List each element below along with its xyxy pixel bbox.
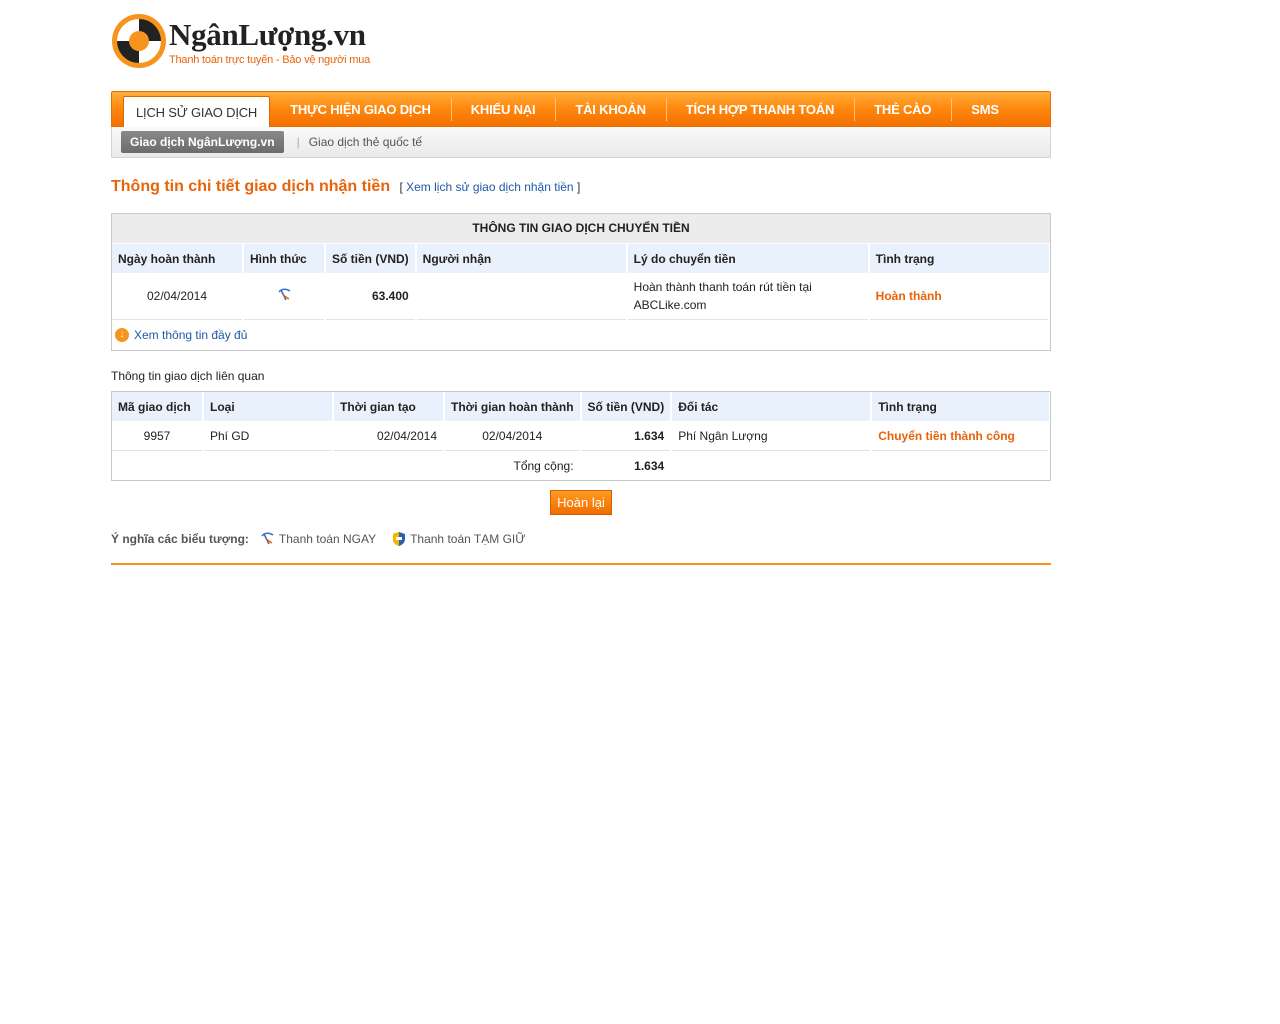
col-completed-date: Ngày hoàn thành bbox=[112, 244, 244, 273]
col-amount: Số tiền (VND) bbox=[580, 392, 673, 421]
expand-down-icon[interactable]: ↓ bbox=[115, 328, 129, 342]
cell-date: 02/04/2014 bbox=[112, 273, 244, 320]
subnav-nganluong-transactions[interactable]: Giao dịch NgânLượng.vn bbox=[121, 131, 284, 153]
bracket-close: ] bbox=[576, 180, 581, 194]
legend-escrow-text: Thanh toán TẠM GIỮ bbox=[410, 532, 526, 546]
cell-method bbox=[243, 273, 326, 320]
logo-mark-icon bbox=[112, 14, 166, 68]
total-row: Tổng cộng: 1.634 bbox=[112, 450, 1050, 480]
table-row: 9957 Phí GD 02/04/2014 02/04/2014 1.634 … bbox=[112, 421, 1050, 451]
back-button[interactable]: Hoàn lại bbox=[550, 490, 612, 515]
main-nav: LỊCH SỬ GIAO DỊCH THỰC HIỆN GIAO DỊCH KH… bbox=[111, 91, 1051, 127]
cell-amount: 63.400 bbox=[325, 273, 417, 320]
nav-tab-account[interactable]: TÀI KHOẢN bbox=[555, 92, 665, 126]
bracket-open: [ bbox=[399, 180, 403, 194]
subnav-separator: | bbox=[296, 135, 300, 149]
button-row: Hoàn lại bbox=[111, 490, 1051, 515]
nav-tab-sms[interactable]: SMS bbox=[951, 92, 1019, 126]
logo-tagline: Thanh toán trực tuyến - Bảo vệ người mua bbox=[169, 54, 371, 66]
nav-tab-history[interactable]: LỊCH SỬ GIAO DỊCH bbox=[123, 96, 271, 127]
cell-status: Hoàn thành bbox=[868, 273, 1051, 320]
col-partner: Đối tác bbox=[671, 392, 873, 421]
nav-tab-scratch-card[interactable]: THẺ CÀO bbox=[854, 92, 951, 126]
legend-item-escrow: Thanh toán TẠM GIỮ bbox=[392, 531, 526, 547]
transfer-info-box: THÔNG TIN GIAO DỊCH CHUYỂN TIỀN Ngày hoà… bbox=[111, 213, 1051, 351]
legend-label: Ý nghĩa các biểu tượng: bbox=[111, 532, 249, 546]
legend-instant-text: Thanh toán NGAY bbox=[278, 532, 377, 546]
total-value: 1.634 bbox=[580, 450, 673, 480]
total-empty-1 bbox=[671, 450, 873, 480]
col-status: Tình trạng bbox=[871, 392, 1049, 421]
col-type: Loại bbox=[203, 392, 334, 421]
cell-created: 02/04/2014 bbox=[333, 421, 445, 451]
page-title: Thông tin chi tiết giao dịch nhận tiền bbox=[111, 178, 391, 195]
footer-divider bbox=[111, 563, 1051, 565]
table-header-row: Ngày hoàn thành Hình thức Số tiền (VND) … bbox=[112, 244, 1049, 273]
cell-transaction-id: 9957 bbox=[112, 421, 204, 451]
subnav-international-card[interactable]: Giao dịch thẻ quốc tế bbox=[309, 135, 422, 149]
cell-amount: 1.634 bbox=[580, 421, 673, 451]
table-header-row: Mã giao dịch Loại Thời gian tạo Thời gia… bbox=[112, 392, 1049, 421]
legend-item-instant: Thanh toán NGAY bbox=[259, 532, 376, 546]
instant-payment-icon bbox=[278, 287, 291, 300]
receive-history-link[interactable]: Xem lịch sử giao dịch nhận tiền bbox=[406, 180, 573, 194]
col-recipient: Người nhận bbox=[415, 244, 628, 273]
cell-completed: 02/04/2014 bbox=[444, 421, 582, 451]
cell-partner: Phí Ngân Lượng bbox=[671, 421, 873, 451]
related-table: Mã giao dịch Loại Thời gian tạo Thời gia… bbox=[112, 392, 1050, 480]
cell-type: Phí GD bbox=[203, 421, 334, 451]
cell-recipient bbox=[415, 273, 628, 320]
history-link-wrap: [ Xem lịch sử giao dịch nhận tiền ] bbox=[399, 180, 580, 194]
cell-status: Chuyển tiền thành công bbox=[871, 421, 1050, 451]
col-transaction-id: Mã giao dịch bbox=[112, 392, 204, 421]
transfer-table-caption: THÔNG TIN GIAO DỊCH CHUYỂN TIỀN bbox=[112, 214, 1050, 244]
sub-nav: Giao dịch NgânLượng.vn | Giao dịch thẻ q… bbox=[111, 127, 1051, 158]
instant-payment-icon bbox=[261, 532, 274, 545]
col-completed-time: Thời gian hoàn thành bbox=[444, 392, 582, 421]
transfer-table: Ngày hoàn thành Hình thức Số tiền (VND) … bbox=[112, 244, 1051, 320]
logo-name: NgânLượng.vn bbox=[169, 17, 366, 52]
col-amount: Số tiền (VND) bbox=[325, 244, 417, 273]
cell-reason: Hoàn thành thanh toán rút tiền tại ABCLi… bbox=[626, 273, 870, 320]
escrow-shield-icon bbox=[393, 532, 406, 546]
nav-tab-integration[interactable]: TÍCH HỢP THANH TOÁN bbox=[665, 92, 854, 126]
col-method: Hình thức bbox=[243, 244, 326, 273]
page-heading: Thông tin chi tiết giao dịch nhận tiền [… bbox=[111, 178, 580, 196]
related-transactions-label: Thông tin giao dịch liên quan bbox=[111, 369, 265, 383]
icon-legend: Ý nghĩa các biểu tượng: Thanh toán NGAY … bbox=[111, 531, 542, 547]
total-label: Tổng cộng: bbox=[112, 450, 582, 480]
nav-tab-complaints[interactable]: KHIẾU NẠI bbox=[450, 92, 556, 126]
table-row: 02/04/2014 63.400 Hoàn thành thanh toán … bbox=[112, 273, 1051, 320]
more-info-row: ↓ Xem thông tin đầy đủ bbox=[112, 320, 1050, 350]
col-created-time: Thời gian tạo bbox=[333, 392, 445, 421]
col-status: Tình trạng bbox=[868, 244, 1049, 273]
site-logo[interactable]: NgânLượng.vn Thanh toán trực tuyến - Bảo… bbox=[111, 12, 381, 74]
total-empty-2 bbox=[871, 450, 1050, 480]
nav-tab-make-transaction[interactable]: THỰC HIỆN GIAO DỊCH bbox=[270, 92, 451, 126]
related-transactions-box: Mã giao dịch Loại Thời gian tạo Thời gia… bbox=[111, 391, 1051, 481]
col-reason: Lý do chuyển tiền bbox=[626, 244, 870, 273]
view-full-info-link[interactable]: Xem thông tin đầy đủ bbox=[134, 328, 247, 342]
